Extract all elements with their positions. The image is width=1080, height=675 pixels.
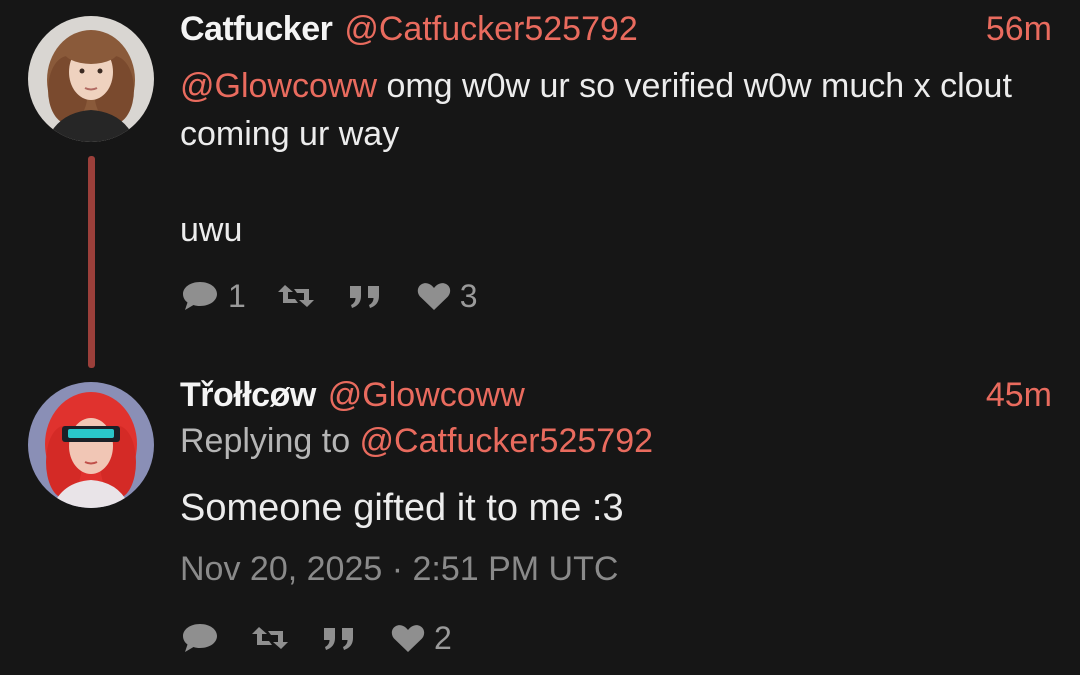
tweet-time[interactable]: 45m <box>986 376 1052 415</box>
tweet-header: Třołłcøw @Glowcoww 45m <box>180 376 1052 416</box>
tweet-content: @Glowcoww omg w0w ur so verified w0w muc… <box>180 62 1040 158</box>
heart-icon <box>417 283 450 310</box>
tweet-date[interactable]: Nov 20, 2025 · 2:51 PM UTC <box>180 550 618 589</box>
like-count: 2 <box>434 619 452 656</box>
like-button[interactable]: 3 <box>416 278 478 315</box>
tweet-text-line-2: uwu <box>180 211 243 249</box>
tweet-actions: 1 3 <box>180 276 508 316</box>
retweet-button[interactable] <box>276 281 316 311</box>
tweet-post: Třołłcøw @Glowcoww 45m Replying to @Catfu… <box>0 370 1080 675</box>
avatar[interactable] <box>28 16 154 142</box>
reply-count: 1 <box>228 277 246 314</box>
like-count: 3 <box>459 277 478 314</box>
replying-to: Replying to @Catfucker525792 <box>180 422 653 461</box>
tweet-time[interactable]: 56m <box>986 10 1052 49</box>
tweet-post: Catfucker @Catfucker525792 56m @Glowcoww … <box>0 0 1080 370</box>
tweet-text: Someone gifted it to me :3 <box>180 487 624 529</box>
replying-to-link[interactable]: @Catfucker525792 <box>360 422 653 460</box>
avatar-portrait-curly-hair <box>28 16 154 142</box>
quote-button[interactable] <box>346 281 386 311</box>
thread-line <box>88 156 95 368</box>
display-name[interactable]: Catfucker <box>180 10 333 48</box>
reply-button[interactable] <box>180 621 220 655</box>
retweet-icon <box>252 627 288 649</box>
user-handle[interactable]: @Glowcoww <box>328 376 525 414</box>
comment-icon <box>183 624 217 652</box>
comment-icon <box>183 282 217 310</box>
quote-button[interactable] <box>320 623 360 653</box>
avatar[interactable] <box>28 382 154 508</box>
display-name[interactable]: Třołłcøw <box>180 376 316 414</box>
replying-label: Replying to <box>180 422 360 460</box>
quote-icon <box>349 286 379 308</box>
quote-icon <box>324 628 353 650</box>
user-handle[interactable]: @Catfucker525792 <box>344 10 637 48</box>
tweet-actions: 2 <box>180 618 482 658</box>
retweet-button[interactable] <box>250 623 290 653</box>
mention-link[interactable]: @Glowcoww <box>180 67 377 105</box>
heart-icon <box>391 625 425 652</box>
avatar-portrait-red-hair-visor <box>28 382 154 508</box>
retweet-icon <box>277 285 314 307</box>
reply-button[interactable]: 1 <box>180 278 246 315</box>
like-button[interactable]: 2 <box>390 620 452 657</box>
tweet-header: Catfucker @Catfucker525792 56m <box>180 10 1052 50</box>
